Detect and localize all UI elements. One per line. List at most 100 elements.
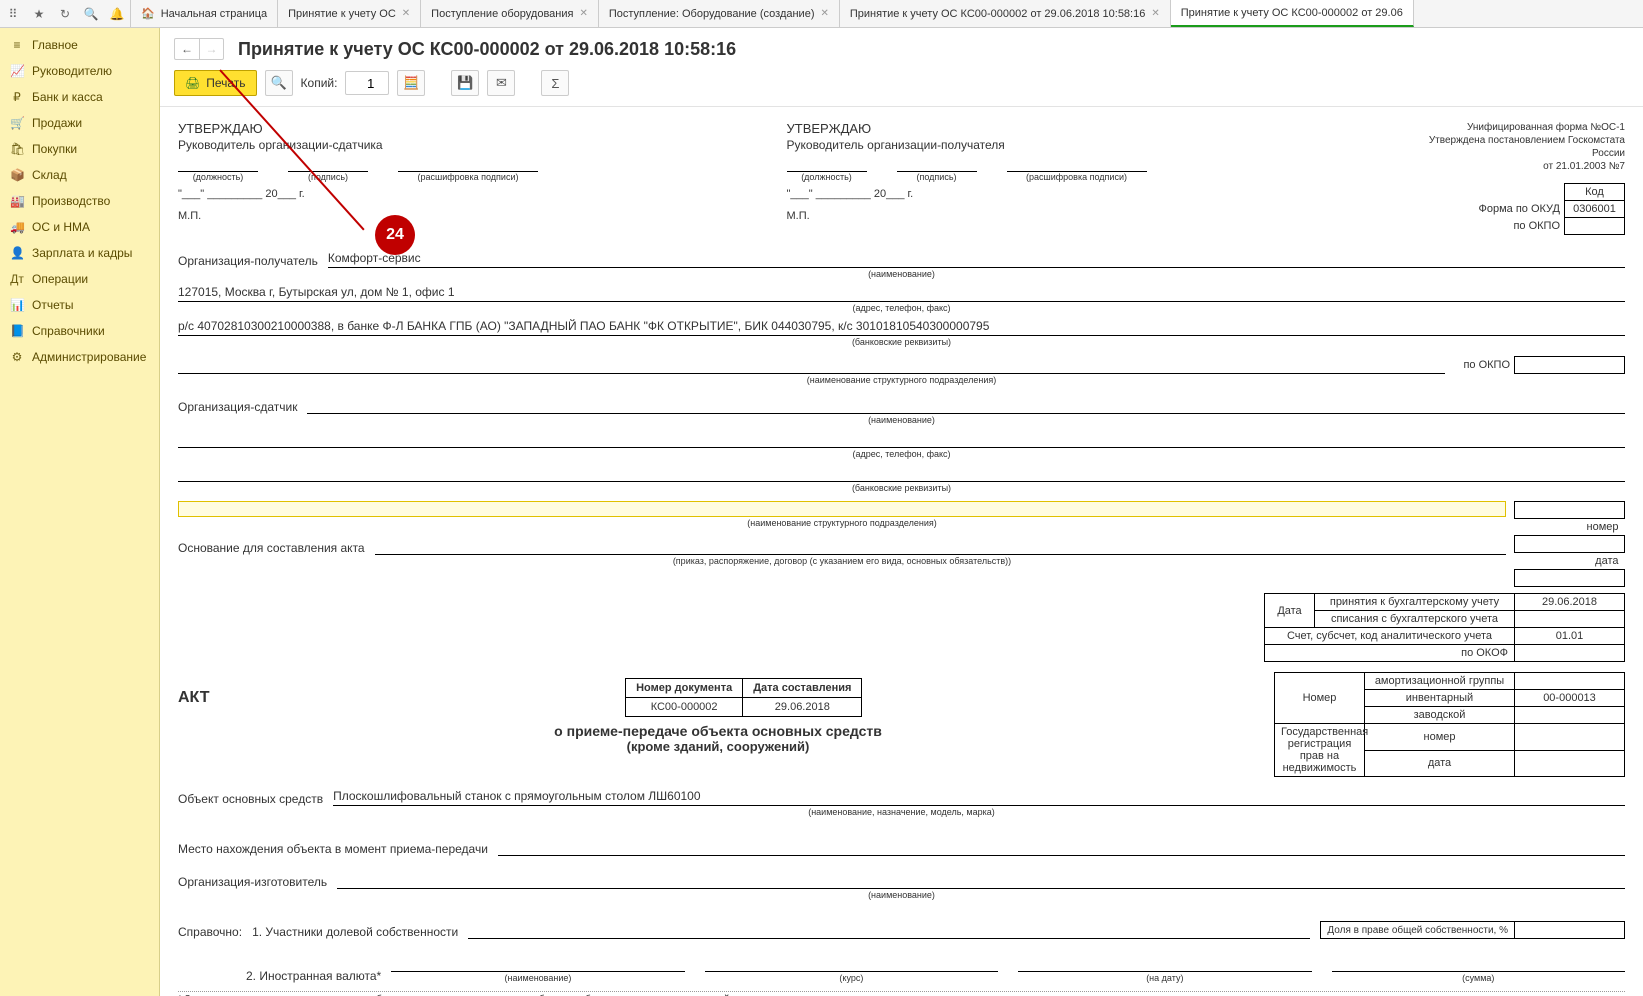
doc-header: ← → Принятие к учету ОС КС00-000002 от 2…: [160, 28, 1643, 66]
sidebar-icon: 🚚: [10, 220, 24, 234]
callout-number: 24: [386, 226, 404, 244]
tab-4[interactable]: Принятие к учету ОС КС00-000002 от 29.06…: [840, 0, 1171, 27]
tab-2[interactable]: Поступление оборудования ✕: [421, 0, 599, 27]
close-icon[interactable]: ✕: [820, 8, 828, 19]
sidebar-icon: ≡: [10, 38, 24, 52]
copies-label: Копий:: [301, 76, 338, 90]
sidebar-icon: 📊: [10, 298, 24, 312]
sidebar-item-4[interactable]: 🛍 Покупки: [0, 136, 159, 162]
sidebar-item-0[interactable]: ≡Главное: [0, 32, 159, 58]
sidebar-icon: 🛒: [10, 116, 24, 130]
search-icon[interactable]: 🔍: [82, 5, 100, 23]
tab-label: Принятие к учету ОС КС00-000002 от 29.06…: [850, 8, 1145, 20]
page-title: Принятие к учету ОС КС00-000002 от 29.06…: [238, 39, 736, 60]
approve-right-sub: Руководитель организации-получателя: [787, 138, 1356, 152]
highlighted-cell[interactable]: [178, 501, 1506, 517]
history-icon[interactable]: ↻: [56, 5, 74, 23]
sidebar-label: Склад: [32, 168, 67, 182]
nav-arrows: ← →: [174, 38, 224, 60]
email-button[interactable]: ✉: [487, 70, 515, 96]
bell-icon[interactable]: 🔔: [108, 5, 126, 23]
tab-label: Начальная страница: [161, 8, 267, 20]
sidebar-icon: 📘: [10, 324, 24, 338]
printer-icon: 🖨: [185, 76, 200, 90]
sidebar-icon: 📦: [10, 168, 24, 182]
preview-button[interactable]: 🔍: [265, 70, 293, 96]
sum-button[interactable]: 🧮: [397, 70, 425, 96]
nomer-table: Номер амортизационной группы инвентарный…: [1274, 672, 1625, 777]
sidebar-icon: ⚙: [10, 350, 24, 364]
object-name: Плоскошлифовальный станок с прямоугольны…: [333, 787, 1625, 806]
callout-badge: 24: [375, 215, 415, 255]
sidebar-label: Руководителю: [32, 64, 112, 78]
sidebar-item-7[interactable]: 🚚 ОС и НМА: [0, 214, 159, 240]
sidebar-icon: 👤: [10, 246, 24, 260]
action-bar: 🖨 Печать 🔍 Копий: 🧮 💾 ✉ Σ: [160, 66, 1643, 107]
sidebar-icon: 🛍: [10, 142, 24, 156]
home-icon: 🏠: [141, 7, 155, 20]
org-sender-label: Организация-сдатчик: [178, 400, 297, 414]
main-area: ← → Принятие к учету ОС КС00-000002 от 2…: [160, 28, 1643, 996]
tab-5[interactable]: Принятие к учету ОС КС00-000002 от 29.06: [1171, 0, 1414, 27]
nomer-data-table: номер дата: [1514, 501, 1625, 587]
tab-bar: 🏠Начальная страницаПринятие к учету ОС✕П…: [131, 0, 1643, 27]
sidebar-label: ОС и НМА: [32, 220, 90, 234]
akt-num-table: Номер документаДата составления КС00-000…: [625, 678, 862, 717]
sidebar-item-12[interactable]: ⚙ Администрирование: [0, 344, 159, 370]
system-icons: ⠿ ★ ↻ 🔍 🔔: [0, 0, 131, 27]
sigma-button[interactable]: Σ: [541, 70, 569, 96]
akt-label: АКТ: [178, 689, 210, 707]
sidebar-label: Администрирование: [32, 350, 146, 364]
print-form: 24 УТВЕРЖДАЮ Руководитель организации-сд…: [160, 107, 1643, 996]
tab-label: Поступление оборудования: [431, 8, 573, 20]
close-icon[interactable]: ✕: [1151, 8, 1159, 19]
top-toolbar: ⠿ ★ ↻ 🔍 🔔 🏠 Начальная страница Принятие к …: [0, 0, 1643, 28]
save-button[interactable]: 💾: [451, 70, 479, 96]
star-icon[interactable]: ★: [30, 5, 48, 23]
sidebar-item-11[interactable]: 📘 Справочники: [0, 318, 159, 344]
sidebar-label: Зарплата и кадры: [32, 246, 132, 260]
sidebar-icon: ₽: [10, 90, 24, 104]
sidebar-item-10[interactable]: 📊 Отчеты: [0, 292, 159, 318]
sidebar-icon: Дт: [10, 272, 24, 286]
apps-icon[interactable]: ⠿: [4, 5, 22, 23]
dates-table: Дата принятия к бухгалтерскому учету 29.…: [1264, 593, 1625, 662]
tab-1[interactable]: Принятие к учету ОС ✕: [278, 0, 421, 27]
sidebar-item-9[interactable]: ДтОперации: [0, 266, 159, 292]
approve-left-sub: Руководитель организации-сдатчика: [178, 138, 747, 152]
print-button[interactable]: 🖨 Печать: [174, 70, 257, 96]
org-receiver-label: Организация-получатель: [178, 254, 318, 268]
sidebar-item-8[interactable]: 👤 Зарплата и кадры: [0, 240, 159, 266]
sidebar-label: Продажи: [32, 116, 82, 130]
close-icon[interactable]: ✕: [579, 8, 587, 19]
sidebar-label: Производство: [32, 194, 110, 208]
approve-left-title: УТВЕРЖДАЮ: [178, 121, 747, 136]
sidebar-item-5[interactable]: 📦 Склад: [0, 162, 159, 188]
sidebar-item-1[interactable]: 📈 Руководителю: [0, 58, 159, 84]
mp-left: М.П.: [178, 210, 747, 222]
tab-label: Принятие к учету ОС: [288, 8, 396, 20]
sidebar-label: Отчеты: [32, 298, 73, 312]
tab-label: Поступление: Оборудование (создание): [609, 8, 815, 20]
sidebar-icon: 📈: [10, 64, 24, 78]
sidebar-item-6[interactable]: 🏭Производство: [0, 188, 159, 214]
sidebar: ≡Главное 📈 Руководителю ₽Банк и касса 🛒 Прода…: [0, 28, 160, 996]
sidebar-item-3[interactable]: 🛒 Продажи: [0, 110, 159, 136]
close-icon[interactable]: ✕: [402, 8, 410, 19]
forward-arrow-icon[interactable]: →: [199, 39, 223, 59]
tab-label: Принятие к учету ОС КС00-000002 от 29.06: [1181, 7, 1403, 19]
sidebar-label: Справочники: [32, 324, 105, 338]
akt-subtitle: (кроме зданий, сооружений): [178, 739, 1258, 754]
code-table: Код Форма по ОКУД0306001 по ОКПО: [1473, 183, 1626, 235]
back-arrow-icon[interactable]: ←: [175, 39, 199, 59]
address-value: 127015, Москва г, Бутырская ул, дом № 1,…: [178, 283, 1625, 302]
mp-right: М.П.: [787, 210, 1356, 222]
sidebar-item-2[interactable]: ₽Банк и касса: [0, 84, 159, 110]
sidebar-label: Покупки: [32, 142, 77, 156]
org-receiver-value: Комфорт-сервис: [328, 249, 1625, 268]
copies-input[interactable]: [345, 71, 389, 95]
tab-0[interactable]: 🏠 Начальная страница: [131, 0, 278, 27]
footnote: * Заполняется в случае, когда стоимость …: [178, 991, 1625, 996]
tab-3[interactable]: Поступление: Оборудование (создание) ✕: [599, 0, 840, 27]
bank-value: р/с 40702810300210000388, в банке Ф-Л БА…: [178, 317, 1625, 336]
